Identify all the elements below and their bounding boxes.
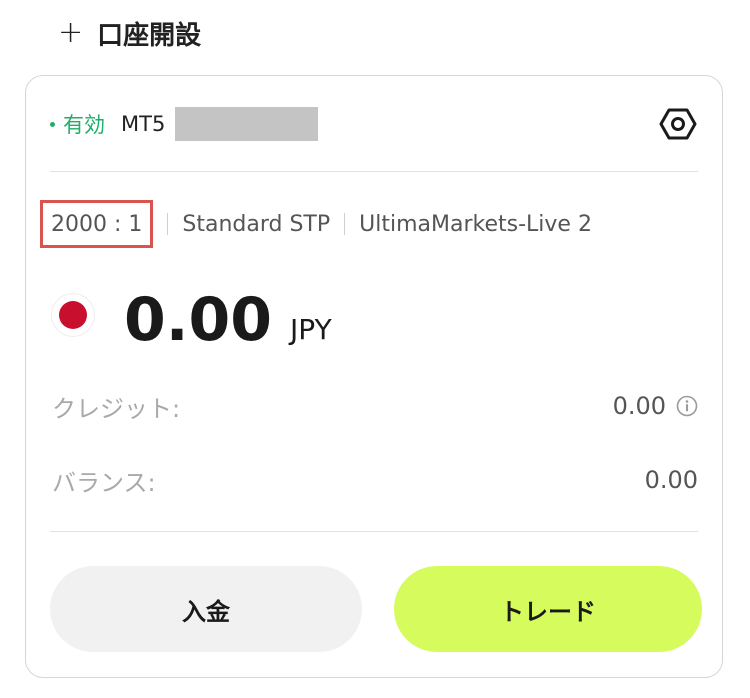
account-status-label: 有効 <box>63 113 105 137</box>
credit-row: クレジット: 0.00 <box>52 386 698 426</box>
server-label: UltimaMarkets-Live 2 <box>359 211 592 237</box>
account-type-label: Standard STP <box>182 211 331 237</box>
plus-icon: + <box>58 15 84 50</box>
open-account-label: 口座開設 <box>97 20 202 51</box>
balance-row: バランス: 0.00 <box>52 460 698 500</box>
balance-amount: 0.00 <box>124 285 273 355</box>
platform-label: MT5 <box>121 112 166 136</box>
japan-flag-icon <box>52 294 94 336</box>
open-account-button[interactable]: + 口座開設 <box>58 15 202 51</box>
status-dot-icon <box>50 121 55 127</box>
account-card-header: 有効 MT5 <box>50 94 698 154</box>
credit-value: 0.00 <box>612 392 666 420</box>
separator <box>344 213 346 235</box>
account-status: 有効 <box>50 109 105 139</box>
info-icon[interactable] <box>676 395 698 417</box>
balance-label: バランス: <box>52 468 156 497</box>
settings-hexagon-icon <box>659 108 697 140</box>
account-card: 有効 MT5 2000 : 1 Standard STP UltimaMarke… <box>25 75 723 678</box>
credit-label: クレジット: <box>52 394 181 423</box>
deposit-button[interactable]: 入金 <box>50 566 362 652</box>
leverage-label: 2000 : 1 <box>40 200 154 248</box>
divider <box>50 171 698 172</box>
currency-label: JPY <box>290 313 332 346</box>
separator <box>167 213 169 235</box>
balance-value: 0.00 <box>644 466 698 494</box>
account-settings-button[interactable] <box>658 104 698 144</box>
trade-button[interactable]: トレード <box>394 566 702 652</box>
balance-display: 0.00 JPY <box>52 278 332 358</box>
masked-account-number <box>175 107 319 141</box>
account-info-row: 2000 : 1 Standard STP UltimaMarkets-Live… <box>40 200 592 248</box>
divider <box>50 531 698 532</box>
